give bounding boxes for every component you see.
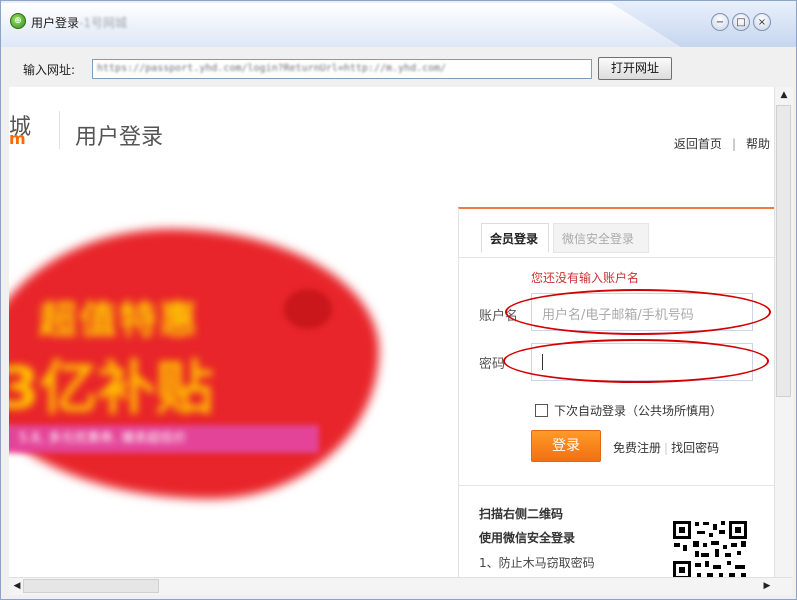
password-label: 密码 <box>479 357 506 372</box>
open-url-button[interactable]: 打开网址 <box>598 57 672 80</box>
minimize-icon: − <box>715 17 725 28</box>
window-title-text: 用户登录 <box>31 16 80 30</box>
auto-login-option[interactable]: 下次自动登录（公共场所慎用） <box>535 402 722 419</box>
address-label: 输入网址: <box>23 63 76 77</box>
account-links: 免费注册 | 找回密码 <box>613 439 719 456</box>
horizontal-scrollbar[interactable]: ◀ ▶ <box>9 577 792 595</box>
address-value: https://passport.yhd.com/login?ReturnUrl… <box>97 63 447 74</box>
tab-wechat-login[interactable]: 微信安全登录 <box>553 223 649 253</box>
link-separator: | <box>664 441 669 455</box>
banner-badge <box>284 289 332 329</box>
banner-line1: 超值特惠 <box>39 298 200 342</box>
panel-divider <box>459 485 774 486</box>
auto-login-label: 下次自动登录（公共场所慎用） <box>554 404 723 418</box>
green-browser-icon: ⊕ <box>10 13 26 29</box>
horizontal-scroll-thumb[interactable] <box>23 579 159 593</box>
window-title-blurred: -1号网城 <box>79 16 127 30</box>
page-title: 用户登录 <box>75 125 164 150</box>
qr-tip: 1、防止木马窃取密码 <box>479 556 595 570</box>
banner-line2: 3亿补贴 <box>9 354 214 422</box>
auto-login-checkbox[interactable] <box>535 404 548 417</box>
web-viewport: 城 m 用户登录 返回首页 | 帮助 超值特惠 3亿补贴 5.8, 多元优惠券, 爆… <box>9 87 774 577</box>
scroll-right-icon[interactable]: ▶ <box>759 578 775 594</box>
promo-banner[interactable]: 超值特惠 3亿补贴 5.8, 多元优惠券, 爆卖超低价 <box>9 229 379 499</box>
annotation-oval-account <box>505 289 771 335</box>
window-title: 用户登录-1号网城 <box>31 14 127 31</box>
close-button[interactable]: × <box>753 13 771 31</box>
tab-member-login[interactable]: 会员登录 <box>481 223 549 253</box>
maximize-icon: □ <box>736 17 746 28</box>
address-input[interactable]: https://passport.yhd.com/login?ReturnUrl… <box>92 59 592 79</box>
banner-line3: 5.8, 多元优惠券, 爆卖超低价 <box>9 425 319 453</box>
site-logo-suffix[interactable]: m <box>9 129 26 148</box>
home-link[interactable]: 返回首页 <box>674 137 722 151</box>
header-divider <box>59 111 60 149</box>
login-button[interactable]: 登录 <box>531 430 601 462</box>
help-link[interactable]: 帮助 <box>746 137 770 151</box>
title-bar: ⊕ 用户登录-1号网城 − □ × <box>1 1 796 47</box>
maximize-button[interactable]: □ <box>732 13 750 31</box>
account-error-message: 您还没有输入账户名 <box>531 271 640 285</box>
qr-code-icon <box>671 519 749 577</box>
qr-heading: 扫描右侧二维码 <box>479 507 564 521</box>
vertical-scroll-thumb[interactable] <box>776 105 791 397</box>
close-icon: × <box>757 17 767 28</box>
forgot-password-link[interactable]: 找回密码 <box>671 441 719 455</box>
minimize-button[interactable]: − <box>711 13 729 31</box>
vertical-scrollbar[interactable]: ▲ <box>774 87 793 577</box>
qr-subheading: 使用微信安全登录 <box>479 531 576 545</box>
register-link[interactable]: 免费注册 <box>613 441 661 455</box>
login-panel: 会员登录 微信安全登录 您还没有输入账户名 账户名 用户名/电子邮箱/手机号码 … <box>458 207 774 577</box>
scroll-up-icon[interactable]: ▲ <box>776 87 792 103</box>
browser-window: ⊕ 用户登录-1号网城 − □ × 输入网址: https://passport… <box>0 0 797 600</box>
tabs-underline <box>459 257 774 258</box>
annotation-oval-password <box>503 339 769 383</box>
link-separator: | <box>731 137 736 151</box>
header-links: 返回首页 | 帮助 <box>674 135 770 152</box>
